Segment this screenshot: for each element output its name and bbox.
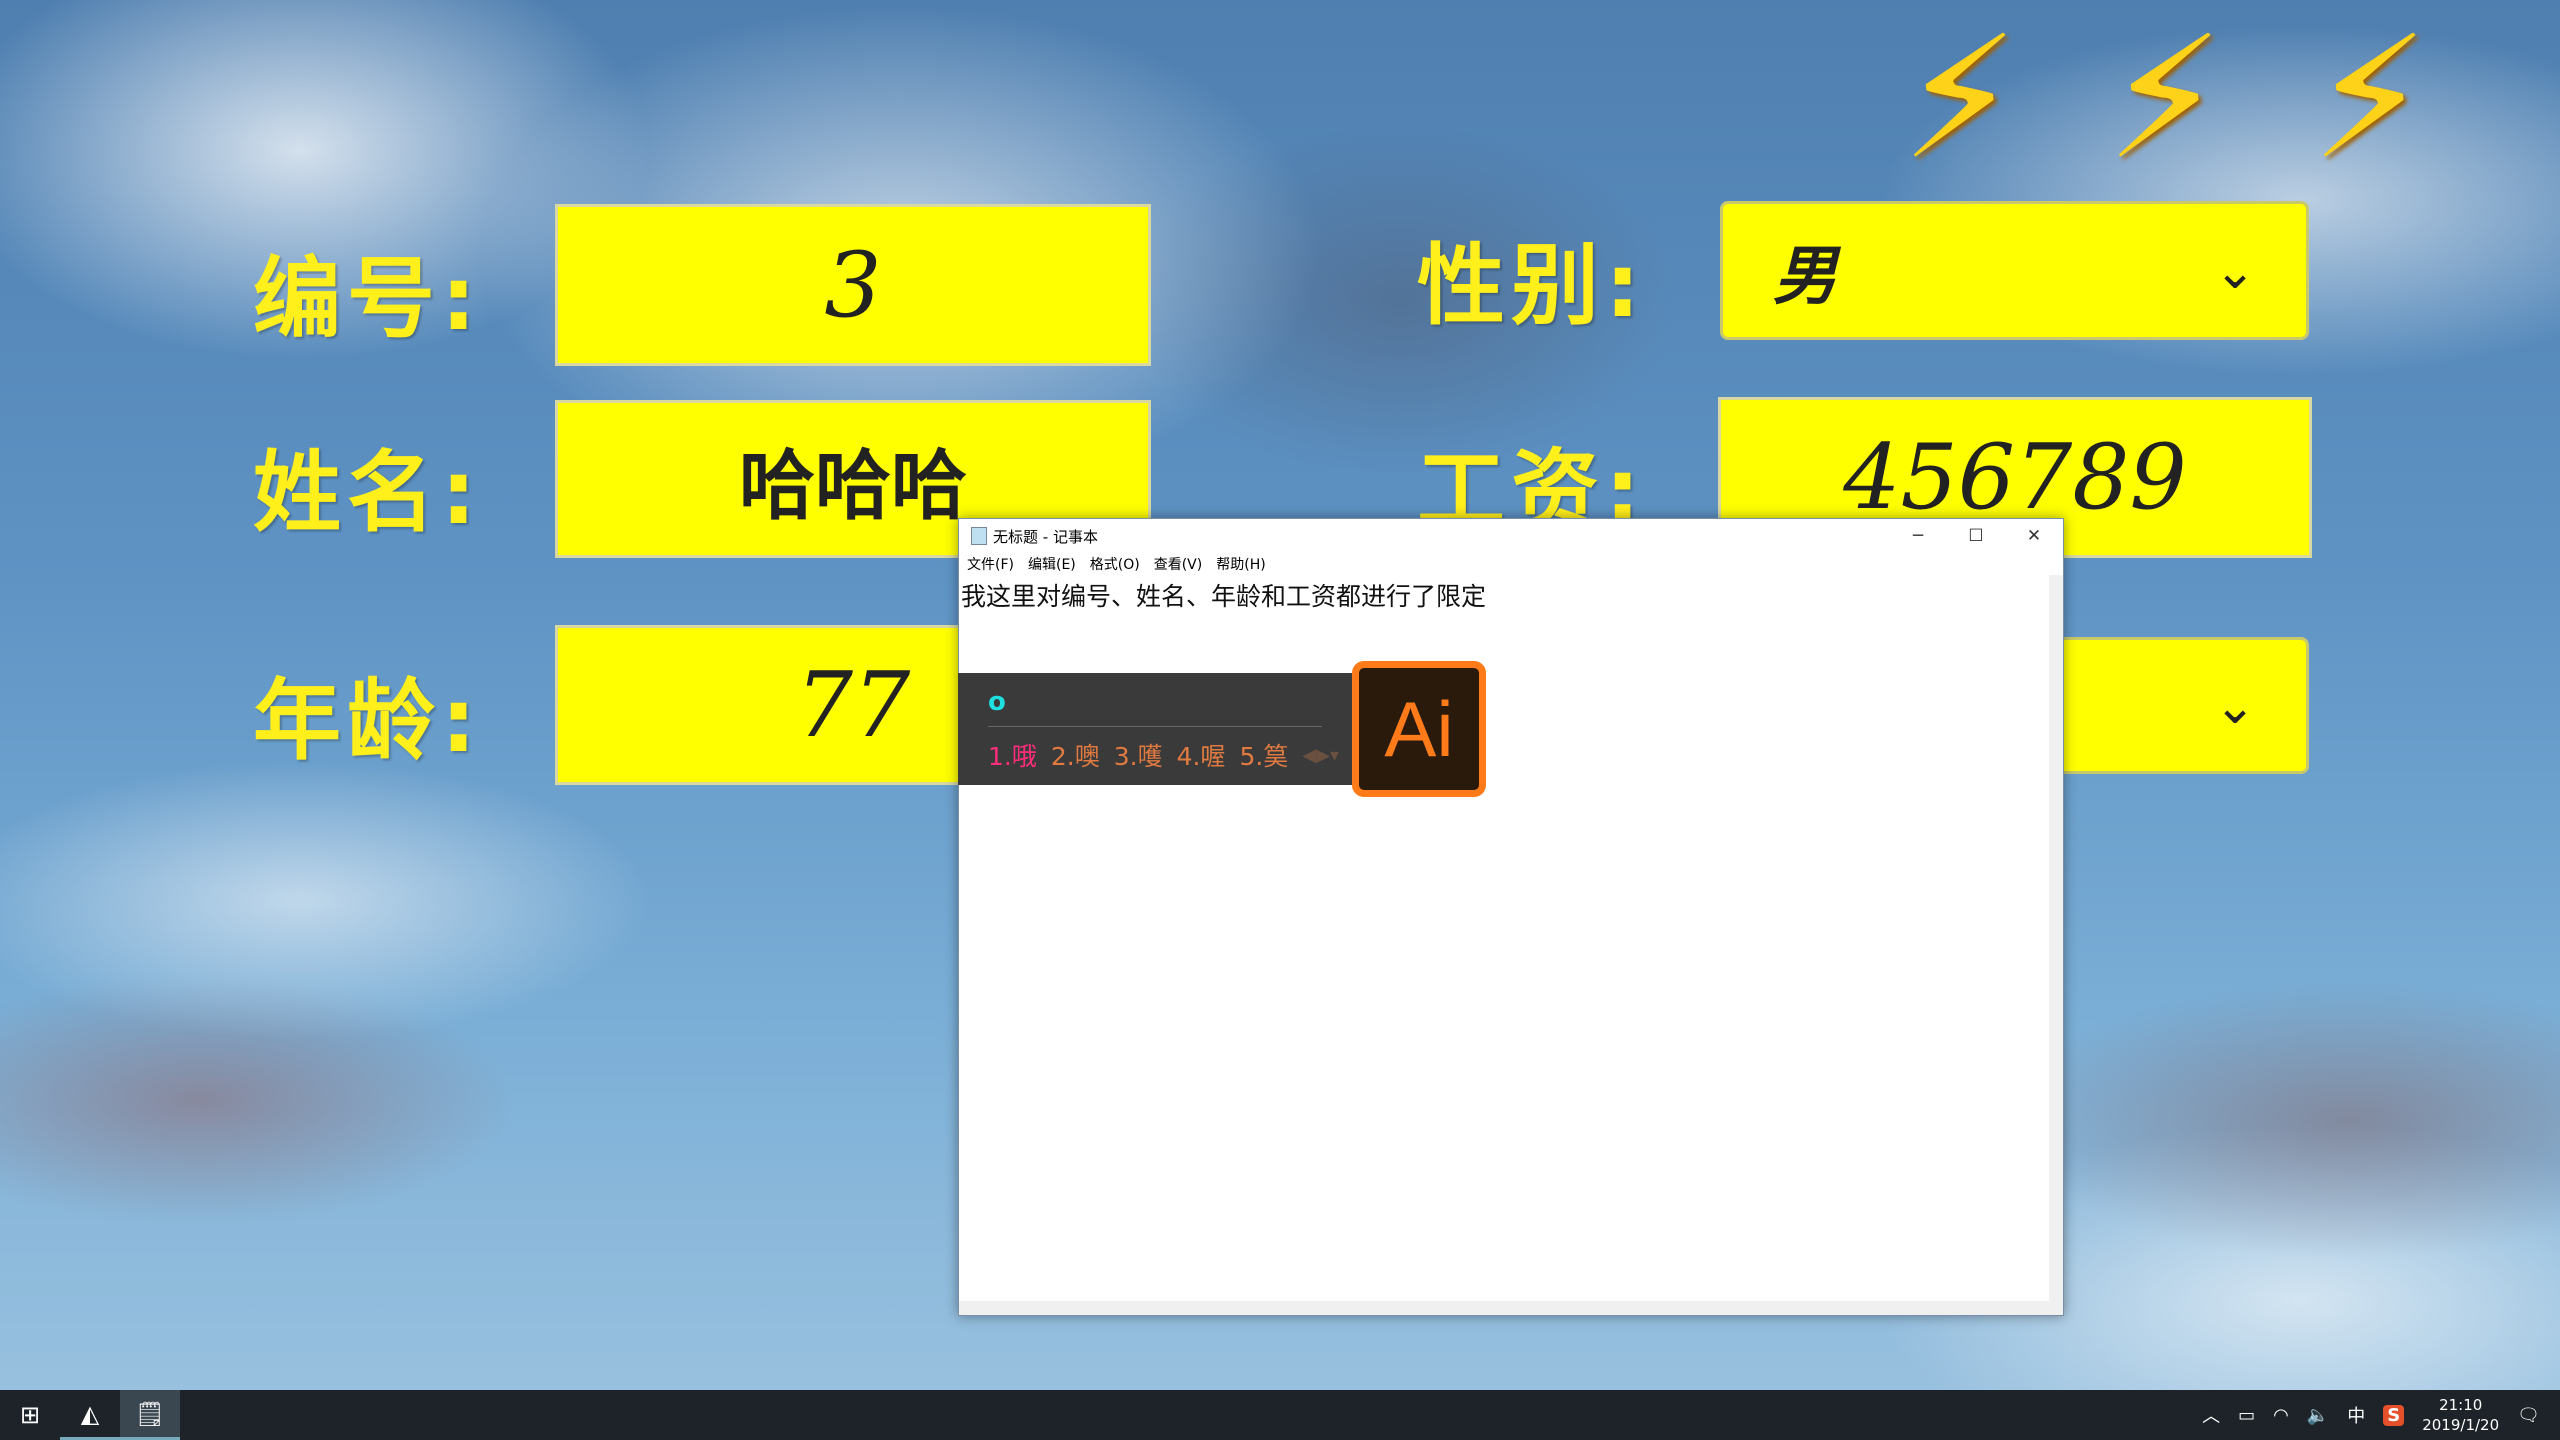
ime-candidate[interactable]: 1.哦 — [988, 737, 1037, 773]
volume-icon[interactable]: 🔈 — [2307, 1405, 2329, 1426]
menu-bar: 文件(F) 编辑(E) 格式(O) 查看(V) 帮助(H) — [959, 553, 2063, 575]
menu-format[interactable]: 格式(O) — [1090, 554, 1140, 574]
id-input[interactable]: 3 — [555, 204, 1151, 366]
illustrator-icon[interactable]: Ai — [1352, 661, 1486, 797]
menu-file[interactable]: 文件(F) — [967, 554, 1014, 574]
menu-edit[interactable]: 编辑(E) — [1028, 554, 1076, 574]
chevron-down-icon: ⌄ — [2214, 241, 2256, 300]
lightning-icon: ⚡ — [1900, 0, 2020, 198]
gender-label: 性别: — [1417, 234, 1647, 337]
notepad-window: 无标题 - 记事本 ─ ☐ ✕ 文件(F) 编辑(E) 格式(O) 查看(V) … — [958, 518, 2064, 1316]
gender-value: 男 — [1773, 238, 1837, 314]
minimize-button[interactable]: ─ — [1889, 519, 1947, 553]
sogou-icon[interactable]: S — [2383, 1404, 2405, 1426]
ime-input: o — [988, 687, 1006, 717]
menu-view[interactable]: 查看(V) — [1154, 554, 1203, 574]
date: 2019/1/20 — [2422, 1416, 2500, 1434]
close-button[interactable]: ✕ — [2005, 519, 2063, 553]
ime-mode[interactable]: 中 — [2347, 1402, 2365, 1428]
gender-select[interactable]: 男 ⌄ — [1720, 201, 2309, 340]
window-title: 无标题 - 记事本 — [993, 527, 1098, 546]
name-label: 姓名: — [253, 441, 483, 544]
clock[interactable]: 21:10 2019/1/20 — [2422, 1395, 2499, 1435]
age-label: 年龄: — [253, 669, 483, 772]
wifi-icon[interactable]: ◠ — [2273, 1405, 2289, 1426]
lightning-icon: ⚡ — [2310, 0, 2430, 198]
page-arrows-icon[interactable]: ◀▶▾ — [1302, 745, 1339, 766]
battery-icon[interactable]: ▭ — [2238, 1405, 2255, 1426]
ime-candidate-window: o 1.哦 2.噢 3.嚄 4.喔 5.筽 ◀▶▾ — [958, 673, 1352, 785]
age-value: 77 — [795, 652, 911, 758]
ime-candidate[interactable]: 4.喔 — [1177, 737, 1226, 773]
notepad-taskbar-icon[interactable]: 🗒 — [120, 1390, 180, 1440]
notepad-icon — [971, 527, 987, 545]
chevron-down-icon: ⌄ — [2214, 676, 2256, 735]
menu-help[interactable]: 帮助(H) — [1216, 554, 1265, 574]
windows-start-icon[interactable]: ⊞ — [0, 1390, 60, 1440]
taskbar: ⊞ ◭ 🗒 ︿ ▭ ◠ 🔈 中 S 21:10 2019/1/20 🗨 — [0, 1390, 2560, 1440]
horizontal-scrollbar[interactable] — [959, 1301, 2063, 1315]
time: 21:10 — [2439, 1396, 2483, 1414]
vertical-scrollbar[interactable] — [2049, 575, 2063, 1301]
ime-candidate[interactable]: 3.嚄 — [1114, 737, 1163, 773]
chevron-up-icon[interactable]: ︿ — [2202, 1402, 2220, 1428]
lightning-icon: ⚡ — [2105, 0, 2225, 198]
id-label: 编号: — [253, 247, 483, 350]
ime-candidate[interactable]: 5.筽 — [1239, 737, 1288, 773]
maximize-button[interactable]: ☐ — [1947, 519, 2005, 553]
notification-icon[interactable]: 🗨 — [2517, 1405, 2540, 1426]
ime-candidate[interactable]: 2.噢 — [1051, 737, 1100, 773]
app-icon[interactable]: ◭ — [60, 1390, 120, 1440]
